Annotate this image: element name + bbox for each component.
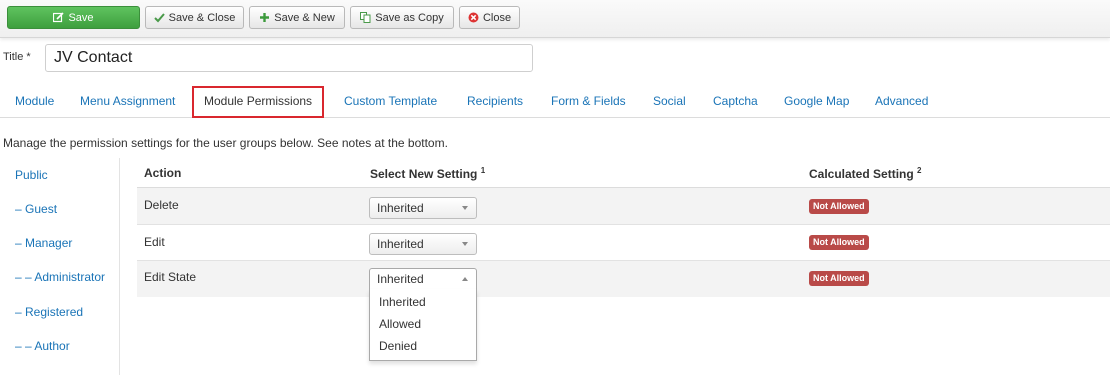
chevron-down-icon [462,206,468,210]
tab-module-permissions[interactable]: Module Permissions [192,86,325,118]
chevron-down-icon [462,242,468,246]
group-manager[interactable]: – Manager [15,236,72,250]
save-close-label: Save & Close [168,11,236,24]
status-badge: Not Allowed [809,235,869,250]
tab-module[interactable]: Module [15,86,54,118]
option-allowed[interactable]: Allowed [379,317,421,331]
setting-select-value: Inherited [377,201,424,215]
tab-bar: Module Menu Assignment Module Permission… [0,86,1110,118]
group-registered[interactable]: – Registered [15,305,83,319]
title-label: Title * [3,51,31,63]
tab-custom-template[interactable]: Custom Template [344,86,437,118]
group-guest[interactable]: – Guest [15,202,57,216]
header-calculated-label: Calculated Setting [809,167,914,181]
save-copy-label: Save as Copy [375,11,444,24]
save-copy-button[interactable]: Save as Copy [350,6,454,29]
copy-icon [360,12,371,23]
status-badge: Not Allowed [809,271,869,286]
tab-google-map[interactable]: Google Map [784,86,849,118]
header-new-setting: Select New Setting 1 [370,166,485,181]
table-row [137,225,1110,261]
option-inherited[interactable]: Inherited [379,295,426,309]
header-action: Action [144,166,181,180]
plus-icon [259,12,270,23]
chevron-up-icon [462,277,468,281]
permissions-description: Manage the permission settings for the u… [3,136,448,150]
save-close-button[interactable]: Save & Close [145,6,244,29]
row-action: Delete [144,198,179,212]
tab-recipients[interactable]: Recipients [467,86,523,118]
tab-advanced[interactable]: Advanced [875,86,928,118]
setting-select[interactable]: Inherited [369,233,477,255]
group-administrator[interactable]: – – Administrator [15,270,105,284]
header-new-setting-label: Select New Setting [370,167,478,181]
header-calculated-note: 2 [917,166,922,175]
header-new-setting-note: 1 [480,166,486,175]
row-action: Edit [144,235,165,249]
tab-menu-assignment[interactable]: Menu Assignment [80,86,175,118]
option-denied[interactable]: Denied [379,339,417,353]
setting-dropdown-list: Inherited Allowed Denied [369,289,477,361]
save-new-button[interactable]: Save & New [249,6,345,29]
save-label: Save [68,11,94,24]
toolbar: Save Save & Close Save & New Save as Cop… [0,0,1110,38]
group-public[interactable]: Public [15,168,48,182]
tab-social[interactable]: Social [653,86,686,118]
setting-select[interactable]: Inherited [369,197,477,219]
table-row [137,188,1110,224]
tab-captcha[interactable]: Captcha [713,86,758,118]
header-calculated: Calculated Setting 2 [809,166,921,181]
check-icon [153,12,165,23]
table-row [137,261,1110,297]
setting-select-value: Inherited [377,237,424,251]
tab-form-fields[interactable]: Form & Fields [551,86,626,118]
edit-icon [53,12,65,23]
group-author[interactable]: – – Author [15,339,70,353]
close-label: Close [482,11,512,24]
title-input[interactable] [45,44,533,72]
setting-select-value: Inherited [377,272,424,286]
save-new-label: Save & New [274,11,335,24]
close-icon [468,12,479,23]
row-action: Edit State [144,270,197,284]
header-action-label: Action [144,166,182,180]
save-button[interactable]: Save [7,6,140,29]
setting-select-open[interactable]: Inherited [369,268,477,290]
status-badge: Not Allowed [809,199,869,214]
close-button[interactable]: Close [459,6,520,29]
